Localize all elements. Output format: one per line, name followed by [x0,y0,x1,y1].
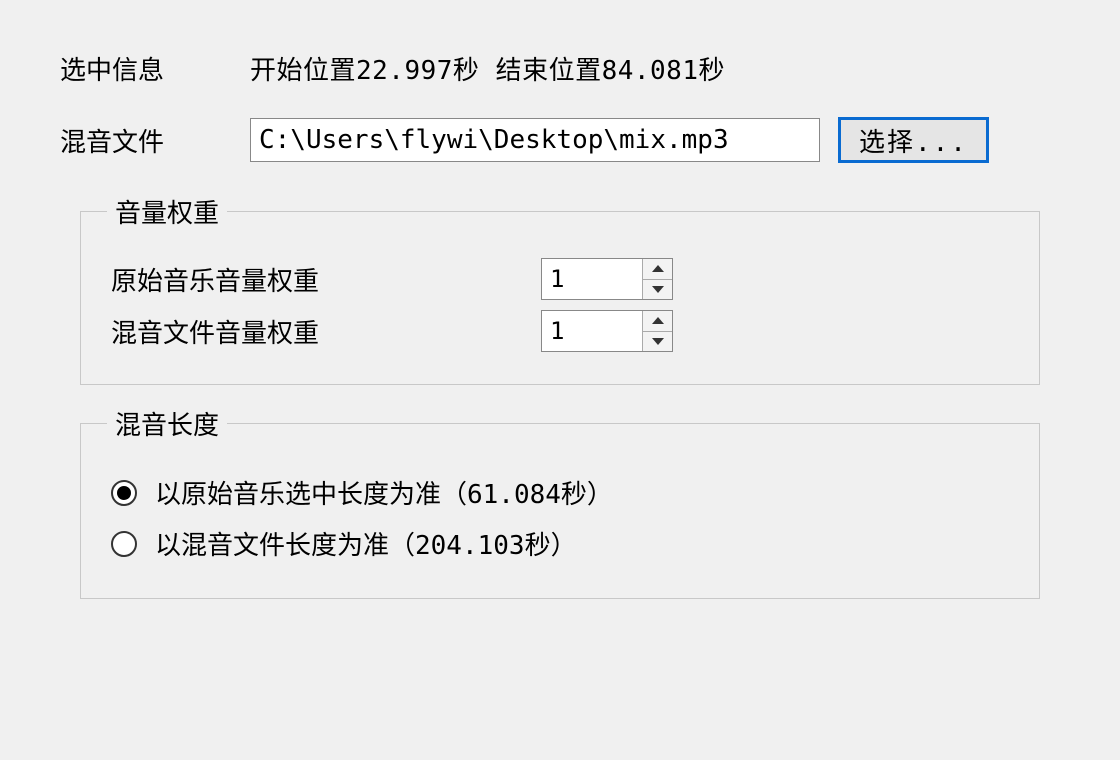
chevron-down-icon [652,286,664,293]
mix-file-input[interactable] [250,118,820,162]
mix-volume-input[interactable] [542,311,642,351]
selection-info-label: 选中信息 [60,50,250,87]
mix-length-group: 混音长度 以原始音乐选中长度为准（61.084秒） 以混音文件长度为准（204.… [80,405,1040,599]
radio-mix-file-length-label[interactable]: 以混音文件长度为准（204.103秒） [155,525,577,562]
mix-length-legend: 混音长度 [107,405,227,442]
mix-volume-spinner[interactable] [541,310,673,352]
volume-weight-group: 音量权重 原始音乐音量权重 混音文件音量权重 [80,193,1040,385]
chevron-up-icon [652,265,664,272]
original-volume-label: 原始音乐音量权重 [111,261,541,298]
radio-original-length[interactable] [111,480,137,506]
radio-mix-file-length[interactable] [111,531,137,557]
volume-weight-legend: 音量权重 [107,193,227,230]
mix-volume-down[interactable] [643,332,672,352]
chevron-up-icon [652,317,664,324]
original-volume-spinner[interactable] [541,258,673,300]
mix-volume-label: 混音文件音量权重 [111,313,541,350]
mix-volume-up[interactable] [643,311,672,332]
original-volume-up[interactable] [643,259,672,280]
radio-original-length-label[interactable]: 以原始音乐选中长度为准（61.084秒） [155,474,613,511]
original-volume-input[interactable] [542,259,642,299]
selection-info-value: 开始位置22.997秒 结束位置84.081秒 [250,50,1060,87]
chevron-down-icon [652,338,664,345]
mix-file-label: 混音文件 [60,122,250,159]
browse-button[interactable]: 选择... [838,117,989,163]
original-volume-down[interactable] [643,280,672,300]
